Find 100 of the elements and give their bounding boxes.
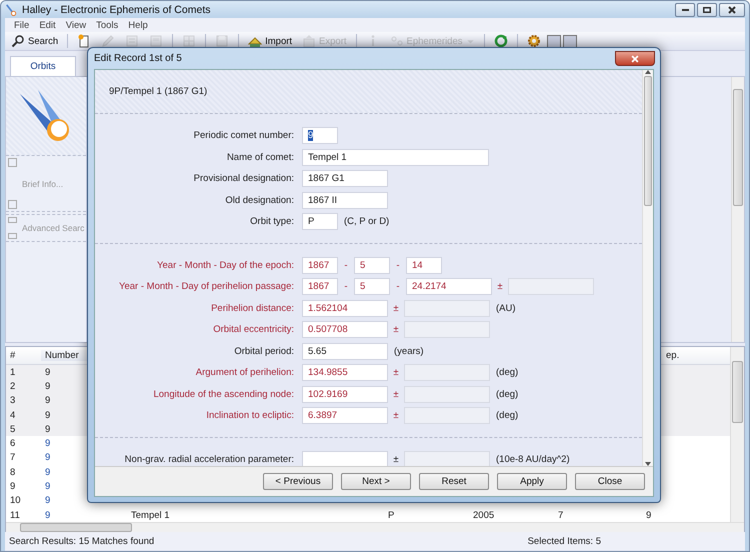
dialog-button[interactable]: < Previous — [263, 473, 333, 490]
refresh-icon — [494, 34, 508, 48]
dialog-button[interactable]: Close — [575, 473, 645, 490]
input-field[interactable]: 1867 — [302, 256, 338, 274]
table-cell-text: 6 — [9, 438, 16, 450]
field-label: Perihelion distance: — [210, 302, 295, 314]
toggle-button[interactable] — [546, 34, 560, 48]
restore-button[interactable] — [697, 2, 717, 16]
toolbar-button[interactable]: Search — [7, 32, 62, 50]
close-icon — [728, 6, 736, 14]
table-cell-text: 9 — [44, 466, 52, 478]
table-cell-text: 9 — [44, 452, 52, 464]
horizontal-scrollbar[interactable] — [6, 522, 744, 532]
separator-symbol: - — [395, 260, 401, 271]
status-text: Search Results: 15 Matches found — [9, 536, 154, 546]
separator-symbol: ± — [496, 281, 504, 292]
table-cell-text: 7 — [9, 452, 16, 464]
scroll-down-icon — [645, 462, 651, 466]
separator-symbol: ± — [392, 388, 400, 400]
column-header[interactable]: # — [6, 350, 41, 361]
table-cell-text: 4 — [9, 410, 16, 421]
table-cell-text: 1 — [9, 366, 16, 378]
table-cell-text: 2 — [9, 380, 16, 392]
field-label: Orbital eccentricity: — [212, 324, 295, 336]
dialog-button[interactable]: Reset — [419, 473, 489, 490]
separator-symbol: ± — [392, 324, 400, 336]
table-cell-text: 9 — [645, 510, 652, 521]
table-cell-text: 7 — [557, 510, 564, 521]
input-field[interactable]: 134.9855 — [302, 364, 388, 382]
scrollbar[interactable] — [730, 347, 744, 522]
dialog-button[interactable]: Apply — [497, 473, 567, 490]
grid-icon — [182, 34, 196, 48]
gear-icon — [526, 34, 540, 48]
unit-label: (C, P or D) — [344, 216, 390, 228]
field-label: Name of comet: — [226, 152, 295, 163]
ephemerides-icon — [390, 34, 404, 48]
input-field[interactable]: 6.3897 — [302, 407, 388, 424]
scrollbar-thumb[interactable] — [644, 76, 652, 206]
input-field[interactable]: 1867 II — [302, 192, 388, 209]
input-field[interactable]: 5.65 — [302, 342, 388, 360]
field-label: Periodic comet number: — [192, 130, 295, 142]
table-cell-text: 9 — [44, 395, 52, 406]
field-label: Provisional designation: — [192, 173, 295, 184]
table-cell-text: 9 — [44, 481, 52, 492]
unit-label: (AU) — [496, 302, 516, 314]
collapse-button[interactable] — [8, 158, 17, 167]
scrollbar[interactable] — [731, 77, 744, 342]
input-field[interactable]: 14 — [406, 256, 442, 274]
toggle-button[interactable] — [562, 34, 576, 48]
field-label: Non-grav. radial acceleration parameter: — [124, 454, 295, 465]
table-cell-text: 9 — [44, 438, 52, 450]
input-field[interactable]: 102.9169 — [302, 386, 388, 403]
separator-symbol: - — [343, 281, 349, 292]
field-label: Argument of perihelion: — [194, 367, 295, 378]
input-field[interactable]: 1867 G1 — [302, 170, 388, 188]
input-field[interactable] — [302, 450, 388, 466]
menu-item[interactable]: Help — [123, 20, 153, 30]
input-field[interactable]: 1.562104 — [302, 300, 388, 317]
input-field[interactable]: 0.507708 — [302, 321, 388, 338]
table-cell-text: 9 — [44, 510, 52, 521]
table-row[interactable]: 11 9 Tempel 1 P 2005 7 9 — [6, 508, 730, 522]
close-button[interactable] — [719, 2, 745, 16]
input-field[interactable]: Tempel 1 — [302, 148, 489, 166]
minimize-button[interactable] — [675, 2, 695, 16]
input-field[interactable]: 5 — [354, 256, 390, 274]
expand-button[interactable] — [8, 233, 17, 239]
document-icon — [149, 34, 164, 48]
dialog-button[interactable]: Next > — [341, 473, 411, 490]
record-heading: 9P/Tempel 1 (1867 G1) — [109, 86, 208, 97]
input-field[interactable]: P — [302, 213, 338, 230]
input-field[interactable]: 24.2174 — [406, 278, 492, 296]
table-cell-text: 10 — [9, 495, 22, 506]
field-label: Year - Month - Day of the epoch: — [156, 260, 295, 271]
separator-symbol: ± — [392, 367, 400, 378]
restore-icon — [703, 6, 711, 12]
field-label: Orbit type: — [249, 216, 295, 228]
scrollbar-thumb[interactable] — [732, 361, 743, 423]
input-field[interactable]: 9 — [302, 127, 338, 144]
scrollbar[interactable] — [642, 70, 653, 466]
status-text: Selected Items: 5 — [528, 536, 601, 546]
separator-symbol: - — [343, 260, 349, 271]
table-cell-text: 3 — [9, 395, 16, 406]
scrollbar-thumb[interactable] — [20, 523, 132, 532]
scrollbar-thumb[interactable] — [733, 89, 743, 206]
field-label: Year - Month - Day of perihelion passage: — [118, 281, 295, 292]
input-field[interactable]: 5 — [354, 278, 390, 296]
toolbar-button[interactable]: Import — [244, 32, 296, 50]
expand-button[interactable] — [8, 200, 17, 209]
input-field[interactable]: 1867 — [302, 278, 338, 296]
search-icon — [11, 34, 25, 48]
menu-item[interactable]: File — [9, 20, 34, 30]
document-icon — [125, 34, 140, 48]
menu-item[interactable]: Tools — [91, 20, 124, 30]
window-title: Halley - Electronic Ephemeris of Comets — [22, 4, 210, 16]
menu-item[interactable]: View — [60, 20, 92, 30]
table-cell-text: 2005 — [472, 510, 496, 521]
menu-item[interactable]: Edit — [34, 20, 61, 30]
collapse-button[interactable] — [8, 217, 17, 223]
close-button[interactable] — [615, 51, 655, 66]
tab[interactable]: Orbits — [10, 56, 76, 76]
